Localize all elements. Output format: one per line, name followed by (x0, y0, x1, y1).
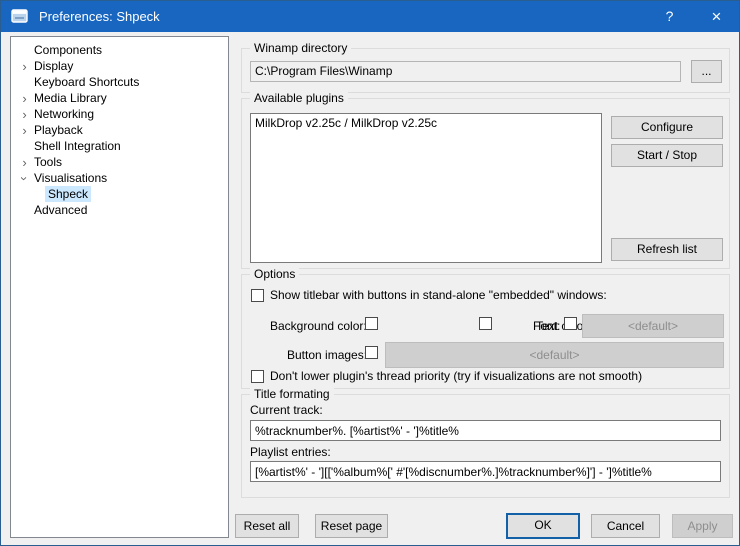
plugins-listbox[interactable]: MilkDrop v2.25c / MilkDrop v2.25c (250, 113, 602, 263)
titlebar[interactable]: Preferences: Shpeck ? × (1, 1, 739, 32)
plugin-list-item[interactable]: MilkDrop v2.25c / MilkDrop v2.25c (251, 114, 601, 132)
text-color-checkbox[interactable] (479, 317, 492, 330)
refresh-list-button[interactable]: Refresh list (611, 238, 723, 261)
tree-item-playback[interactable]: › Playback (11, 122, 228, 138)
chevron-down-icon[interactable]: › (18, 172, 31, 185)
tree-item-display[interactable]: › Display (11, 58, 228, 74)
tree-item-networking[interactable]: › Networking (11, 106, 228, 122)
current-track-input[interactable] (250, 420, 721, 441)
preferences-tree: Components › Display Keyboard Shortcuts … (10, 36, 229, 538)
tree-item-keyboard-shortcuts[interactable]: Keyboard Shortcuts (11, 74, 228, 90)
reset-all-button[interactable]: Reset all (235, 514, 299, 538)
start-stop-button[interactable]: Start / Stop (611, 144, 723, 167)
close-icon[interactable]: × (694, 1, 739, 32)
thread-priority-option: Don't lower plugin's thread priority (tr… (251, 369, 642, 383)
chevron-right-icon[interactable]: › (18, 108, 31, 121)
tree-item-visualisations[interactable]: › Visualisations (11, 170, 228, 186)
font-checkbox[interactable] (564, 317, 577, 330)
chevron-right-icon[interactable]: › (18, 156, 31, 169)
show-titlebar-option: Show titlebar with buttons in stand-alon… (251, 288, 607, 302)
button-images-label: Button images: (287, 348, 367, 362)
title-formatting-group: Title formating Current track: Playlist … (241, 394, 730, 498)
chevron-right-icon[interactable]: › (18, 124, 31, 137)
group-title: Winamp directory (250, 41, 351, 55)
chevron-right-icon[interactable]: › (18, 60, 31, 73)
thread-priority-label: Don't lower plugin's thread priority (tr… (270, 369, 642, 383)
tree-item-media-library[interactable]: › Media Library (11, 90, 228, 106)
ok-button[interactable]: OK (506, 513, 580, 539)
background-color-label: Background color: (270, 319, 367, 333)
winamp-directory-field[interactable]: C:\Program Files\Winamp (250, 61, 681, 82)
browse-button[interactable]: ... (691, 60, 722, 83)
show-titlebar-checkbox[interactable] (251, 289, 264, 302)
tree-item-shpeck[interactable]: Shpeck (11, 186, 228, 202)
apply-button[interactable]: Apply (672, 514, 733, 538)
font-default-button[interactable]: <default> (582, 314, 724, 338)
current-track-label: Current track: (250, 403, 323, 417)
background-color-checkbox[interactable] (365, 317, 378, 330)
tree-item-components[interactable]: Components (11, 42, 228, 58)
tree-item-advanced[interactable]: Advanced (11, 202, 228, 218)
playlist-entries-label: Playlist entries: (250, 445, 331, 459)
chevron-right-icon[interactable]: › (18, 92, 31, 105)
tree-item-shell-integration[interactable]: Shell Integration (11, 138, 228, 154)
tree-item-tools[interactable]: › Tools (11, 154, 228, 170)
button-images-default-button[interactable]: <default> (385, 342, 724, 368)
winamp-directory-group: Winamp directory C:\Program Files\Winamp… (241, 48, 730, 93)
font-label: Font: (533, 319, 560, 333)
preferences-dialog: Preferences: Shpeck ? × Components › Dis… (0, 0, 740, 546)
show-titlebar-label: Show titlebar with buttons in stand-alon… (270, 288, 607, 302)
reset-page-button[interactable]: Reset page (315, 514, 388, 538)
thread-priority-checkbox[interactable] (251, 370, 264, 383)
group-title: Title formating (250, 387, 334, 401)
available-plugins-group: Available plugins MilkDrop v2.25c / Milk… (241, 98, 730, 269)
preferences-window-icon (11, 9, 28, 24)
help-icon[interactable]: ? (647, 1, 692, 32)
button-images-checkbox[interactable] (365, 346, 378, 359)
cancel-button[interactable]: Cancel (591, 514, 660, 538)
options-group: Options Show titlebar with buttons in st… (241, 274, 730, 389)
group-title: Available plugins (250, 91, 348, 105)
playlist-entries-input[interactable] (250, 461, 721, 482)
window-title: Preferences: Shpeck (39, 9, 160, 24)
group-title: Options (250, 267, 299, 281)
configure-button[interactable]: Configure (611, 116, 723, 139)
